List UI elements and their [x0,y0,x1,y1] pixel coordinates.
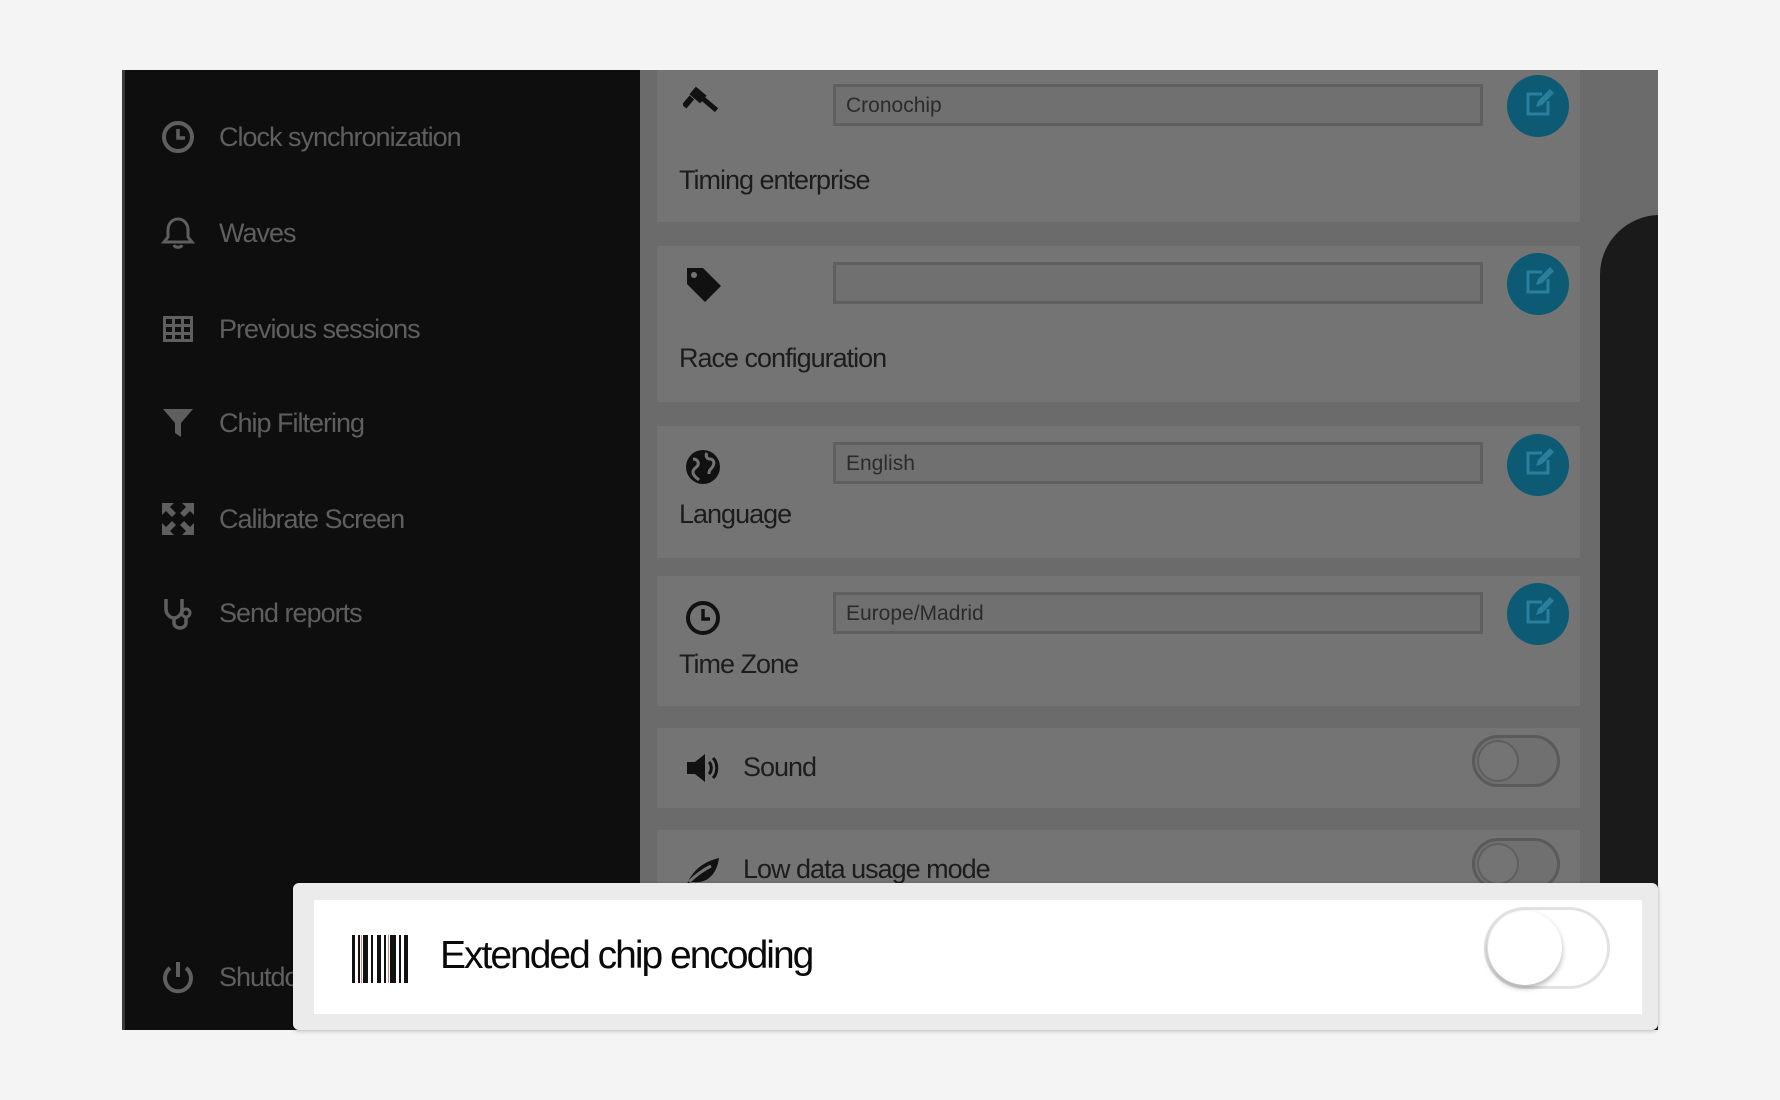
sidebar-item-label: Calibrate Screen [219,503,405,534]
sidebar-item-chip-filtering[interactable]: Chip Filtering [159,404,365,442]
sound-card: Sound [657,728,1580,808]
edit-icon [1520,86,1556,127]
gavel-icon [681,82,725,126]
sidebar-item-calibrate-screen[interactable]: Calibrate Screen [159,500,405,538]
extended-chip-encoding-row: Extended chip encoding [314,900,1642,1014]
speaker-icon [681,746,725,790]
sidebar-item-label: Chip Filtering [219,407,365,438]
extended-chip-encoding-popup: Extended chip encoding [293,883,1658,1030]
timing-enterprise-card: Cronochip Timing enterprise [657,70,1580,222]
bell-icon [159,214,197,252]
stethoscope-icon [159,594,197,632]
table-icon [159,310,197,348]
sidebar-item-clock-sync[interactable]: Clock synchronization [159,118,462,156]
extended-chip-encoding-label: Extended chip encoding [440,934,814,977]
toggle-knob [1488,911,1562,985]
tag-icon [681,262,725,306]
timing-enterprise-input[interactable]: Cronochip [833,84,1483,126]
time-zone-card: Europe/Madrid Time Zone [657,576,1580,706]
barcode-icon [350,933,412,985]
sidebar-item-send-reports[interactable]: Send reports [159,594,363,632]
expand-arrows-icon [159,500,197,538]
edit-icon [1520,594,1556,635]
low-data-label: Low data usage mode [743,854,991,884]
sidebar-item-previous-sessions[interactable]: Previous sessions [159,310,421,348]
filter-icon [159,404,197,442]
sidebar-item-waves[interactable]: Waves [159,214,297,252]
race-configuration-card: Race configuration [657,246,1580,402]
sidebar-item-label: Waves [219,217,297,248]
sidebar-item-label: Shutdo [219,961,300,992]
globe-icon [681,445,725,489]
language-edit-button[interactable] [1507,434,1569,496]
timing-enterprise-label: Timing enterprise [679,165,871,195]
sidebar-item-shutdown[interactable]: Shutdo [159,958,300,996]
clock-icon [159,118,197,156]
time-zone-input[interactable]: Europe/Madrid [833,592,1483,634]
sidebar-item-label: Clock synchronization [219,121,462,152]
extended-chip-encoding-toggle[interactable] [1484,907,1610,989]
sidebar-item-label: Previous sessions [219,313,421,344]
clock-icon [681,596,725,640]
power-icon [159,958,197,996]
toggle-knob [1477,843,1519,885]
time-zone-label: Time Zone [679,649,799,679]
edit-icon [1520,445,1556,486]
time-zone-edit-button[interactable] [1507,583,1569,645]
timing-enterprise-edit-button[interactable] [1507,75,1569,137]
sidebar-item-label: Send reports [219,597,363,628]
sound-toggle[interactable] [1472,735,1560,787]
language-label: Language [679,499,792,529]
edit-icon [1520,264,1556,305]
toggle-knob [1477,740,1519,782]
sound-label: Sound [743,752,817,782]
race-configuration-label: Race configuration [679,343,887,373]
race-configuration-edit-button[interactable] [1507,253,1569,315]
language-input[interactable]: English [833,442,1483,484]
language-card: English Language [657,426,1580,558]
race-configuration-input[interactable] [833,262,1483,304]
